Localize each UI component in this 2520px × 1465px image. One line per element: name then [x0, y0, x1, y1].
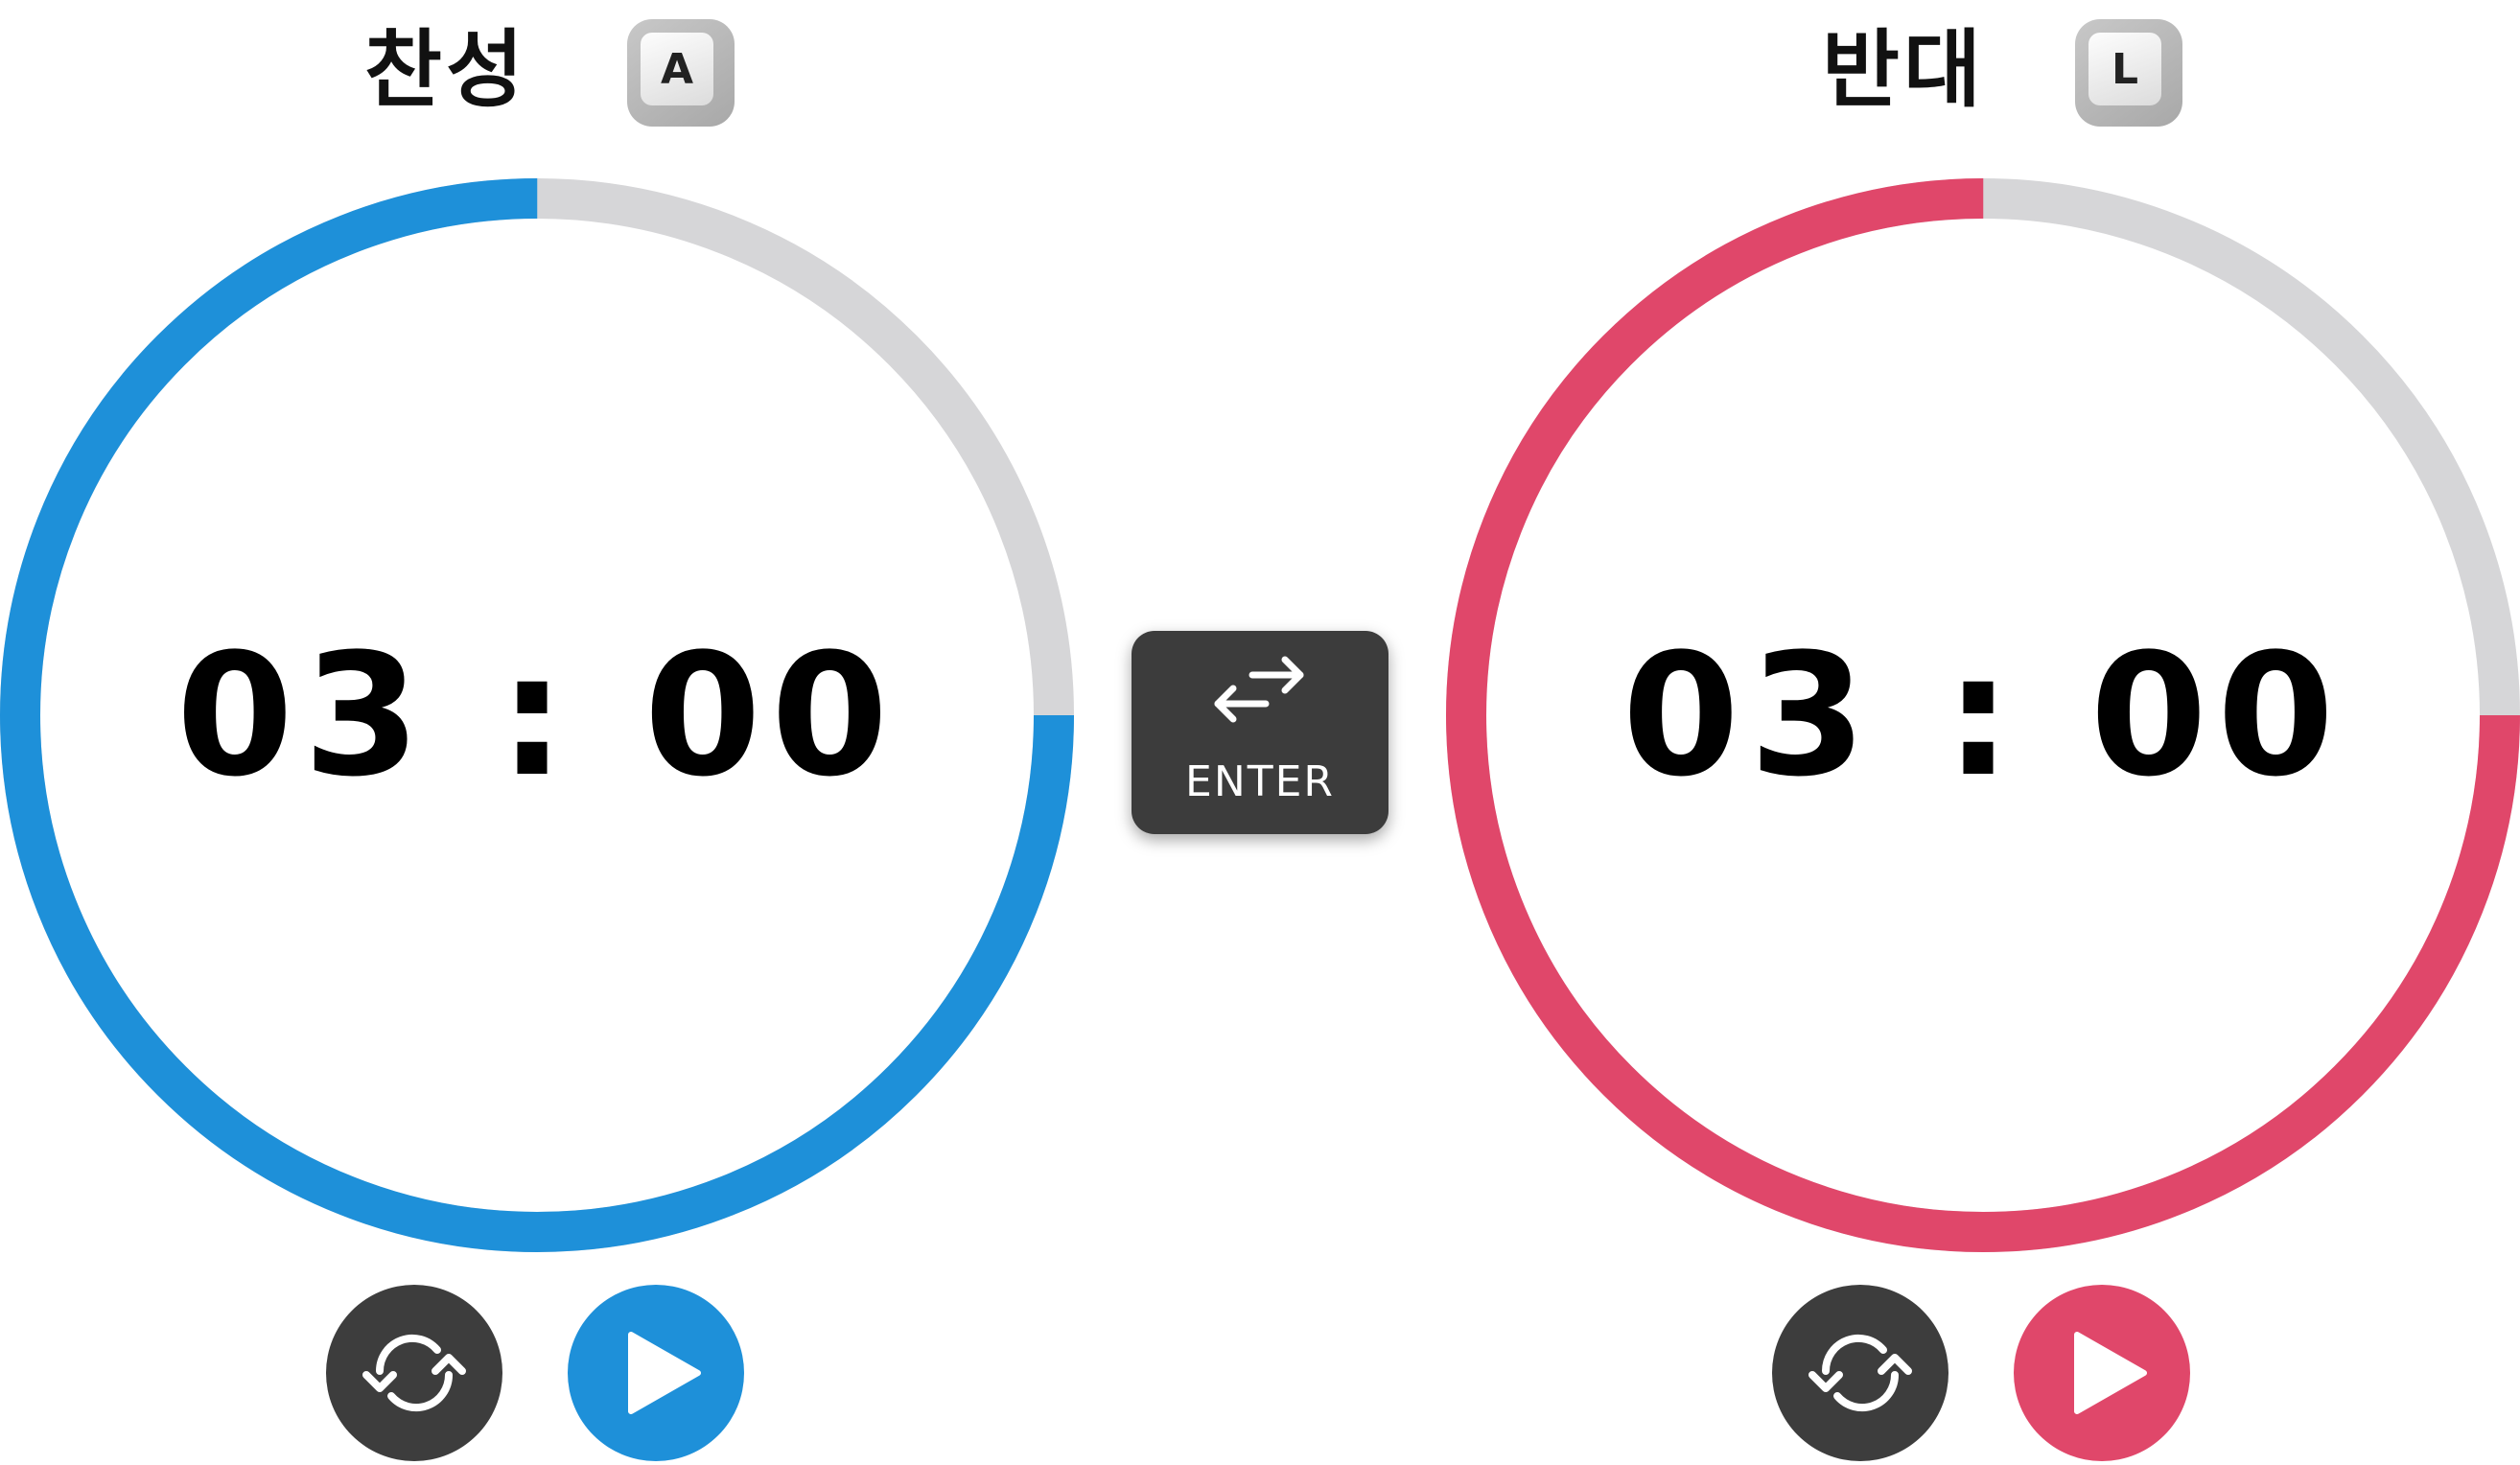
pro-timer-panel: 찬성 A 03 : 00 — [0, 0, 1074, 1465]
con-controls — [1772, 1285, 2194, 1465]
swap-arrows-icon — [1214, 656, 1304, 723]
pro-header: 찬성 A — [0, 8, 1074, 132]
play-icon — [628, 1332, 701, 1414]
pro-controls — [326, 1285, 748, 1465]
con-reset-button[interactable] — [1772, 1285, 1948, 1461]
pro-reset-button[interactable] — [326, 1285, 502, 1461]
con-play-button[interactable] — [2014, 1285, 2190, 1461]
pro-shortcut-key: A — [641, 33, 713, 105]
pro-play-button[interactable] — [568, 1285, 744, 1461]
pro-title: 찬성 — [364, 20, 527, 119]
pro-shortcut-keycap: A — [627, 19, 735, 127]
reset-arrows-icon — [362, 1334, 466, 1412]
swap-sides-button[interactable]: ENTER — [1132, 631, 1388, 834]
pro-timer-ring: 03 : 00 — [0, 178, 1074, 1252]
enter-key-label: ENTER — [1185, 757, 1335, 806]
reset-arrows-icon — [1808, 1334, 1912, 1412]
con-shortcut-key: L — [2088, 33, 2161, 105]
con-title: 반대 — [1822, 20, 1985, 119]
play-icon — [2074, 1332, 2147, 1414]
pro-time-display: 03 : 00 — [175, 616, 898, 814]
con-timer-ring: 03 : 00 — [1446, 178, 2520, 1252]
con-shortcut-keycap: L — [2075, 19, 2182, 127]
con-timer-panel: 반대 L 03 : 00 — [1446, 0, 2520, 1465]
con-header: 반대 L — [1446, 8, 2520, 132]
con-time-display: 03 : 00 — [1622, 616, 2345, 814]
